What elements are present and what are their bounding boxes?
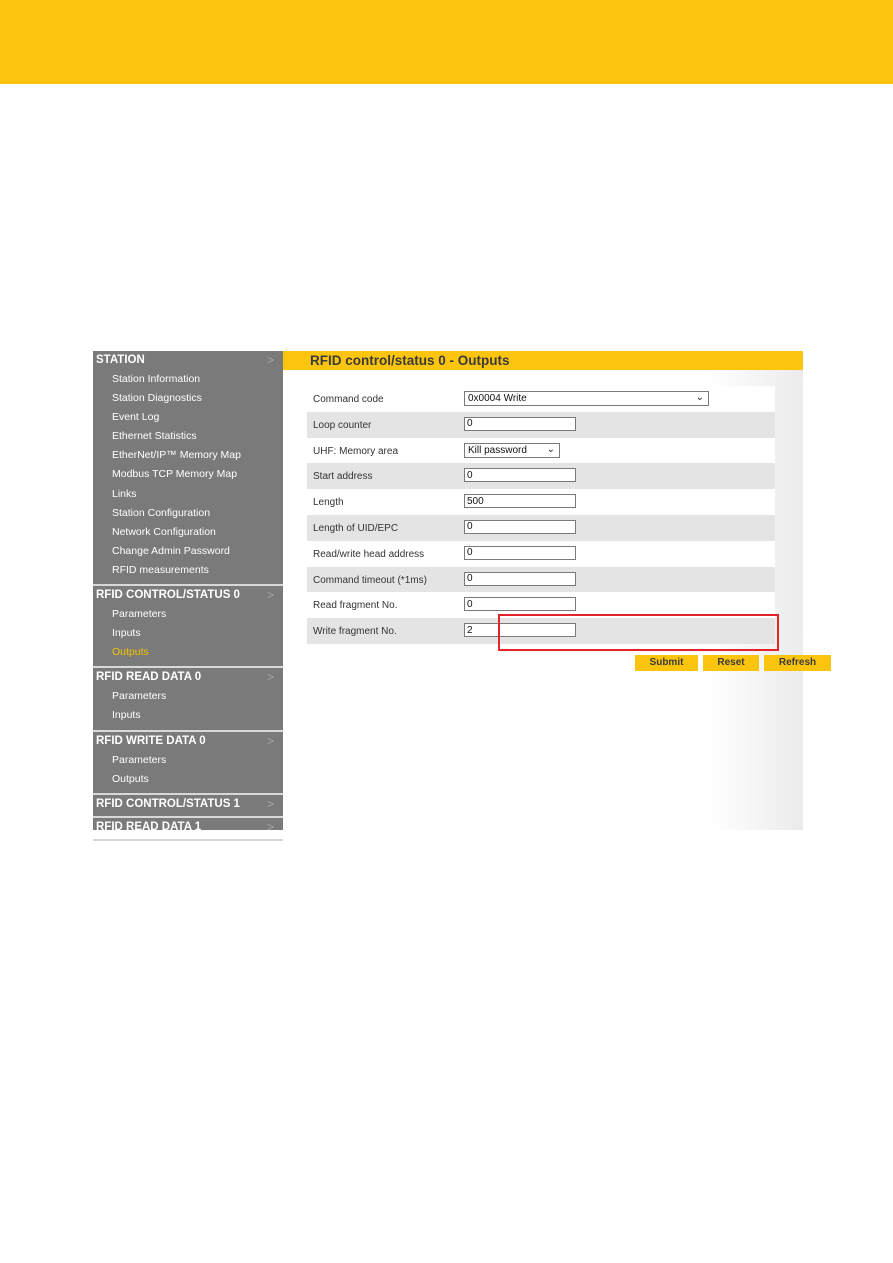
start-address-input[interactable] — [464, 468, 576, 483]
sidebar-group-header-rfid-control-status-1[interactable]: RFID CONTROL/STATUS 1 > — [93, 795, 283, 814]
chevron-right-icon: > — [266, 819, 274, 834]
sidebar-item-outputs[interactable]: Outputs — [93, 770, 283, 789]
form-row-write-fragment-no: Write fragment No. — [307, 618, 775, 644]
form-row-uhf-memory-area: UHF: Memory area Kill password ⌄ — [307, 438, 775, 464]
sidebar-group-header-rfid-control-status-0[interactable]: RFID CONTROL/STATUS 0 > — [93, 586, 283, 605]
field-label: Write fragment No. — [313, 626, 397, 638]
sidebar-item-station-diagnostics[interactable]: Station Diagnostics — [93, 389, 283, 408]
select-value: 0x0004 Write — [468, 393, 527, 404]
write-fragment-no-input[interactable] — [464, 623, 576, 638]
sidebar-group-rfid-control-status-0: RFID CONTROL/STATUS 0 > Parameters Input… — [93, 586, 283, 669]
field-label: Loop counter — [313, 419, 372, 431]
sidebar-group-header-station[interactable]: STATION > — [93, 351, 283, 370]
chevron-right-icon: > — [266, 353, 274, 367]
outputs-form: Command code 0x0004 Write ⌄ Loop counter… — [307, 386, 775, 644]
sidebar-item-station-information[interactable]: Station Information — [93, 370, 283, 389]
field-label: UHF: Memory area — [313, 445, 399, 457]
sidebar-item-ethernet-statistics[interactable]: Ethernet Statistics — [93, 427, 283, 446]
reset-button[interactable]: Reset — [703, 655, 759, 671]
length-of-uid-epc-input[interactable] — [464, 519, 576, 534]
length-input[interactable] — [464, 494, 576, 509]
sidebar-group-station: STATION > Station Information Station Di… — [93, 351, 283, 587]
form-row-command-code: Command code 0x0004 Write ⌄ — [307, 386, 775, 412]
loop-counter-input[interactable] — [464, 416, 576, 431]
top-banner — [0, 0, 893, 84]
form-row-command-timeout: Command timeout (*1ms) — [307, 566, 775, 593]
command-code-select[interactable]: 0x0004 Write ⌄ — [464, 391, 709, 406]
group-title: RFID CONTROL/STATUS 0 — [96, 589, 240, 602]
field-label: Start address — [313, 471, 373, 483]
sidebar-item-ethernetip-memory-map[interactable]: EtherNet/IP™ Memory Map — [93, 446, 283, 465]
page-title: RFID control/status 0 - Outputs — [283, 351, 803, 370]
field-label: Read fragment No. — [313, 600, 398, 612]
sidebar-group-header-rfid-read-data-1[interactable]: RFID READ DATA 1 > — [93, 818, 283, 837]
sidebar-item-parameters[interactable]: Parameters — [93, 605, 283, 624]
sidebar-item-modbus-tcp-memory-map[interactable]: Modbus TCP Memory Map — [93, 465, 283, 484]
group-title: STATION — [96, 354, 145, 366]
form-row-read-fragment-no: Read fragment No. — [307, 592, 775, 618]
sidebar-group-rfid-read-data-1: RFID READ DATA 1 > — [93, 818, 283, 841]
sidebar-item-links[interactable]: Links — [93, 485, 283, 504]
sidebar-item-parameters[interactable]: Parameters — [93, 687, 283, 706]
chevron-right-icon: > — [266, 733, 274, 748]
command-timeout-input[interactable] — [464, 571, 576, 586]
sidebar-group-rfid-control-status-1: RFID CONTROL/STATUS 1 > — [93, 795, 283, 818]
chevron-right-icon: > — [266, 796, 274, 811]
submit-button[interactable]: Submit — [635, 655, 698, 671]
sidebar-group-header-rfid-read-data-0[interactable]: RFID READ DATA 0 > — [93, 668, 283, 687]
sidebar-item-rfid-measurements[interactable]: RFID measurements — [93, 561, 283, 580]
sidebar-group-header-rfid-write-data-0[interactable]: RFID WRITE DATA 0 > — [93, 732, 283, 751]
group-title: RFID WRITE DATA 0 — [96, 734, 206, 747]
chevron-right-icon: > — [266, 588, 274, 603]
sidebar-item-network-configuration[interactable]: Network Configuration — [93, 523, 283, 542]
read-fragment-no-input[interactable] — [464, 597, 576, 612]
select-value: Kill password — [468, 444, 527, 456]
sidebar-item-change-admin-password[interactable]: Change Admin Password — [93, 542, 283, 561]
sidebar-item-outputs-active[interactable]: Outputs — [93, 643, 283, 662]
field-label: Command timeout (*1ms) — [313, 574, 427, 586]
chevron-down-icon: ⌄ — [695, 392, 704, 403]
group-title: RFID READ DATA 0 — [96, 671, 202, 684]
group-title: RFID READ DATA 1 — [96, 820, 202, 833]
main-content: RFID control/status 0 - Outputs Command … — [283, 351, 831, 830]
chevron-right-icon: > — [266, 670, 274, 685]
field-label: Command code — [313, 394, 384, 405]
sidebar-item-inputs[interactable]: Inputs — [93, 706, 283, 725]
uhf-memory-area-select[interactable]: Kill password ⌄ — [464, 442, 560, 458]
form-row-length: Length — [307, 489, 775, 515]
refresh-button[interactable]: Refresh — [764, 655, 831, 671]
form-row-length-of-uid-epc: Length of UID/EPC — [307, 514, 775, 541]
sidebar-item-parameters[interactable]: Parameters — [93, 751, 283, 770]
web-interface-screenshot: STATION > Station Information Station Di… — [93, 351, 831, 841]
read-write-head-address-input[interactable] — [464, 545, 576, 560]
field-label: Length — [313, 497, 344, 509]
chevron-down-icon: ⌄ — [546, 443, 555, 455]
field-label: Length of UID/EPC — [313, 522, 399, 534]
form-row-loop-counter: Loop counter — [307, 411, 775, 438]
sidebar-group-rfid-write-data-0: RFID WRITE DATA 0 > Parameters Outputs — [93, 732, 283, 795]
sidebar-item-event-log[interactable]: Event Log — [93, 408, 283, 427]
field-label: Read/write head address — [313, 548, 425, 560]
form-row-start-address: Start address — [307, 463, 775, 490]
sidebar-item-inputs[interactable]: Inputs — [93, 624, 283, 643]
sidebar-nav: STATION > Station Information Station Di… — [93, 351, 283, 841]
group-title: RFID CONTROL/STATUS 1 — [96, 797, 240, 810]
form-row-read-write-head-address: Read/write head address — [307, 541, 775, 567]
sidebar-item-station-configuration[interactable]: Station Configuration — [93, 504, 283, 523]
sidebar-group-rfid-read-data-0: RFID READ DATA 0 > Parameters Inputs — [93, 668, 283, 732]
